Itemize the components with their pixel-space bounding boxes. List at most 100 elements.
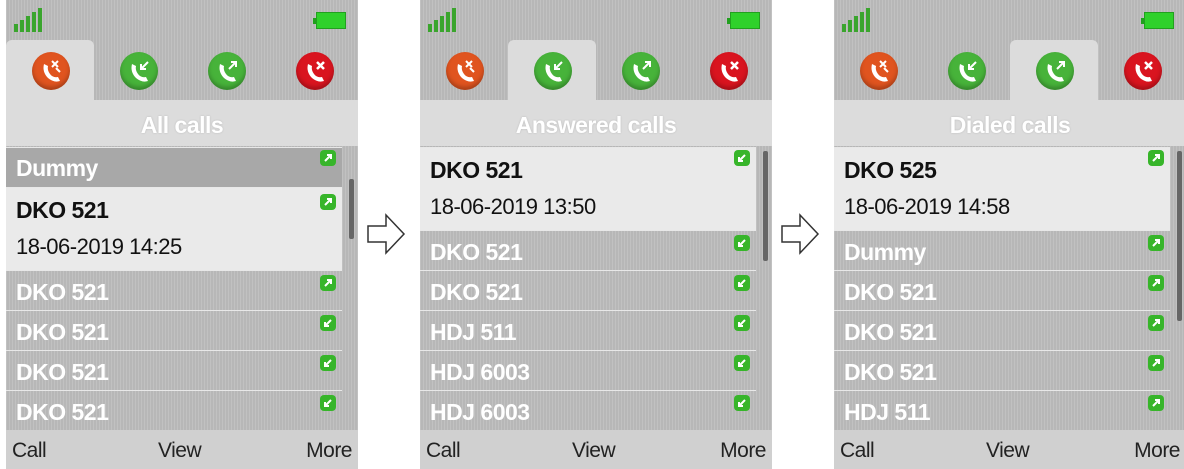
tab-rejected-calls[interactable] [1098,40,1184,100]
status-bar [834,0,1184,40]
dialed-calls-icon [622,52,660,90]
rejected-calls-icon [296,52,334,90]
list-item-selected[interactable]: DKO 525 18-06-2019 14:58 [834,147,1170,231]
call-softkey[interactable]: Call [426,439,461,463]
dialed-call-icon [1148,355,1164,371]
list-item[interactable]: DKO 521 [834,270,1170,311]
signal-strength-icon [842,8,874,32]
tab-answered-calls[interactable] [922,40,1010,100]
list-item[interactable]: Dummy [6,147,342,188]
dialed-calls-icon [208,52,246,90]
dialed-call-icon [1148,395,1164,411]
caller-name: DKO 521 [430,279,523,305]
caller-name: Dummy [844,239,926,265]
list-item-selected[interactable]: DKO 521 18-06-2019 13:50 [420,147,756,231]
view-softkey[interactable]: View [158,439,202,463]
more-softkey[interactable]: More [306,439,352,463]
list-item[interactable]: HDJ 511 [420,310,756,351]
list-title: Answered calls [515,112,677,138]
view-softkey[interactable]: View [986,439,1030,463]
caller-name: DKO 521 [430,239,523,265]
softkey-bar: Call View More [6,430,358,469]
dialed-call-icon [1148,315,1164,331]
list-item[interactable]: DKO 521 [6,310,342,351]
caller-name: HDJ 511 [844,399,931,425]
missed-calls-icon [446,52,484,90]
list-item[interactable]: Dummy [834,230,1170,271]
battery-icon [727,12,760,29]
next-arrow-icon [367,213,406,255]
answered-call-icon [734,150,750,166]
tab-answered-calls[interactable] [508,40,596,102]
caller-name: DKO 521 [16,279,109,305]
caller-name: HDJ 6003 [430,399,530,425]
list-title: All calls [140,112,224,138]
call-type-tabs [420,40,772,102]
dialed-call-icon [320,275,336,291]
answered-calls-icon [948,52,986,90]
battery-icon [1141,12,1174,29]
scrollbar[interactable] [1177,151,1182,321]
list-item[interactable]: DKO 521 [420,230,756,271]
call-timestamp: 18-06-2019 13:50 [430,194,596,219]
list-title-bar: Dialed calls [834,100,1184,146]
tab-rejected-calls[interactable] [684,40,772,100]
list-item[interactable]: DKO 521 [6,390,342,431]
list-item[interactable]: HDJ 511 [834,390,1170,431]
call-list: Dummy DKO 521 18-06-2019 14:25 DKO 521 D… [6,147,358,430]
more-softkey[interactable]: More [1134,439,1180,463]
phone-screen-answered-calls: Answered calls DKO 521 18-06-2019 13:50 … [420,0,772,469]
answered-call-icon [734,275,750,291]
missed-calls-icon [32,52,70,90]
signal-strength-icon [14,8,46,32]
caller-name: DKO 521 [844,279,937,305]
rejected-calls-icon [1124,52,1162,90]
tab-missed-calls[interactable] [420,40,508,100]
list-item[interactable]: DKO 521 [420,270,756,311]
dialed-call-icon [320,150,336,166]
answered-call-icon [734,315,750,331]
scrollbar[interactable] [349,179,354,239]
dialed-call-icon [1148,150,1164,166]
softkey-bar: Call View More [420,430,772,469]
list-item-selected[interactable]: DKO 521 18-06-2019 14:25 [6,187,342,270]
more-softkey[interactable]: More [720,439,766,463]
list-title-bar: All calls [6,100,358,146]
tab-answered-calls[interactable] [94,40,182,100]
signal-strength-icon [428,8,460,32]
list-item[interactable]: HDJ 6003 [420,390,756,431]
call-softkey[interactable]: Call [12,439,47,463]
status-bar [420,0,772,40]
tab-missed-calls[interactable] [6,40,94,102]
list-item[interactable]: DKO 521 [834,310,1170,351]
caller-name: DKO 521 [844,319,937,345]
answered-call-icon [734,395,750,411]
caller-name: DKO 521 [430,157,523,183]
tab-dialed-calls[interactable] [596,40,684,100]
answered-calls-icon [120,52,158,90]
scrollbar[interactable] [763,151,768,261]
list-item[interactable]: DKO 521 [834,350,1170,391]
tab-rejected-calls[interactable] [270,40,358,100]
call-timestamp: 18-06-2019 14:58 [844,194,1010,219]
view-softkey[interactable]: View [572,439,616,463]
caller-name: DKO 525 [844,157,937,183]
answered-call-icon [734,235,750,251]
phone-screen-dialed-calls: Dialed calls DKO 525 18-06-2019 14:58 Du… [834,0,1184,469]
list-item[interactable]: HDJ 6003 [420,350,756,391]
answered-call-icon [320,315,336,331]
tab-dialed-calls[interactable] [1010,40,1098,102]
call-list: DKO 525 18-06-2019 14:58 Dummy DKO 521 D… [834,147,1184,430]
list-title-bar: Answered calls [420,100,772,146]
dialed-call-icon [1148,275,1164,291]
caller-name: HDJ 511 [430,319,517,345]
call-softkey[interactable]: Call [840,439,875,463]
caller-name: Dummy [16,155,98,181]
list-item[interactable]: DKO 521 [6,270,342,311]
tab-missed-calls[interactable] [834,40,922,100]
tab-dialed-calls[interactable] [182,40,270,100]
answered-call-icon [734,355,750,371]
list-item[interactable]: DKO 521 [6,350,342,391]
caller-name: DKO 521 [16,359,109,385]
list-title: Dialed calls [949,112,1071,138]
